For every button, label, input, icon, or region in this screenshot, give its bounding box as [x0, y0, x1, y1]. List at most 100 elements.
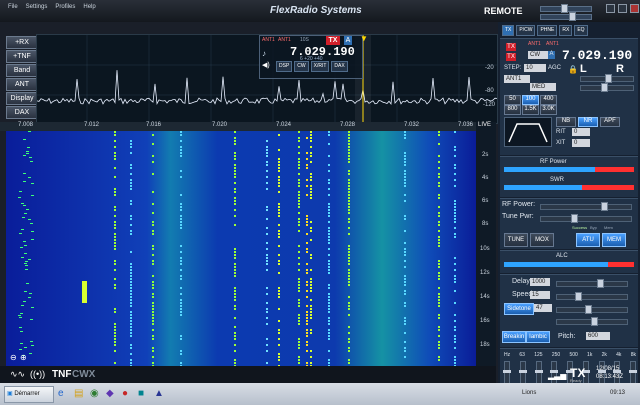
tune-power-slider[interactable] — [540, 214, 632, 223]
close-icon[interactable] — [630, 4, 639, 13]
menu-profiles[interactable]: Profiles — [55, 4, 75, 10]
eq-knob[interactable] — [534, 370, 543, 373]
eq-knob[interactable] — [503, 370, 511, 373]
panel-tab-rx[interactable]: RX — [559, 25, 573, 36]
speaker-icon[interactable]: ♪ — [262, 49, 266, 58]
minimize-icon[interactable] — [606, 4, 615, 13]
delay-input[interactable]: 1000 — [530, 278, 550, 286]
panel-tab-eq[interactable]: EQ — [574, 25, 588, 36]
eq-slider-63[interactable] — [518, 361, 527, 385]
waterfall[interactable]: ⊖ ⊕ — [6, 131, 476, 366]
folder-icon[interactable]: ▤ — [74, 388, 83, 399]
tune-button[interactable]: TUNE — [504, 233, 528, 247]
mem-button[interactable]: MEM — [602, 233, 626, 247]
tnf-toggle[interactable]: TNF — [52, 369, 71, 380]
vfo-tab-dsp[interactable]: DSP — [276, 61, 293, 72]
slice-ant[interactable]: ANT1 — [528, 41, 541, 47]
filter-50[interactable]: 50 — [504, 95, 521, 105]
eq-knob[interactable] — [629, 370, 637, 373]
vfo-marker-icon[interactable]: ▼ — [360, 35, 368, 43]
delay-slider[interactable] — [556, 279, 628, 288]
add-rx-button[interactable]: +RX — [6, 36, 38, 49]
vfo-tab-cw[interactable]: CW — [294, 61, 309, 72]
frequency-scale[interactable]: 7.008 7.012 7.016 7.020 7.024 7.028 7.03… — [0, 122, 496, 131]
pitch-input[interactable]: 600 — [586, 332, 610, 340]
zoom-in-icon[interactable]: ⊕ — [20, 353, 27, 362]
vfo-ant2[interactable]: ANT1 — [278, 37, 291, 43]
dax-button[interactable]: DAX — [6, 106, 38, 119]
sidetone-pan-slider[interactable] — [556, 317, 628, 326]
xit-input[interactable]: 0 — [572, 139, 590, 147]
slice-tx-flag[interactable]: TX — [506, 53, 516, 61]
filter-1500[interactable]: 1.5K — [522, 105, 539, 115]
vfo-tab-dax[interactable]: DAX — [331, 61, 348, 72]
slice-tx-icon[interactable]: TX — [506, 43, 516, 51]
menu-help[interactable]: Help — [83, 4, 95, 10]
filter-400[interactable]: 400 — [540, 95, 557, 105]
headphone-knob[interactable] — [569, 12, 576, 21]
slice-ant-r[interactable]: ANT1 — [546, 41, 559, 47]
mute-icon[interactable]: ◀) — [262, 61, 270, 69]
vfo-flag[interactable]: ANT1 ANT1 10S TX A 7.029.190 ♪ ◀) DSP CW… — [259, 35, 363, 79]
ant-select[interactable]: ANT1 — [504, 75, 530, 83]
eq-slider-Hz[interactable] — [503, 361, 511, 385]
volume-knob[interactable] — [561, 4, 568, 13]
cwx-toggle[interactable]: CWX — [72, 369, 95, 380]
sidetone-input[interactable]: 47 — [534, 304, 552, 312]
lock-icon[interactable]: 🔒 — [568, 65, 578, 74]
breakin-button[interactable]: Breakin — [502, 331, 526, 343]
atu-button[interactable]: ATU — [576, 233, 600, 247]
pan-slider[interactable] — [580, 74, 634, 83]
menu-settings[interactable]: Settings — [26, 4, 48, 10]
filter-100[interactable]: 100 — [522, 95, 539, 105]
mode-select[interactable]: CW — [528, 51, 550, 59]
eq-slider-4k[interactable] — [613, 361, 622, 385]
display-button[interactable]: Display — [6, 92, 38, 105]
filter-3000[interactable]: 3.0K — [540, 105, 557, 115]
panel-tab-phne[interactable]: PHNE — [537, 25, 558, 36]
iambic-button[interactable]: Iambic — [526, 331, 550, 343]
app-icon-2[interactable]: ◆ — [106, 388, 114, 399]
ant-button[interactable]: ANT — [6, 78, 38, 91]
smartsdr-taskbar-icon[interactable]: ▲ — [154, 388, 164, 399]
app-icon-1[interactable]: ◉ — [90, 388, 99, 399]
ie-icon[interactable]: e — [58, 388, 64, 399]
speed-input[interactable]: 15 — [530, 291, 550, 299]
apf-button[interactable]: APF — [600, 117, 620, 127]
slice-frequency[interactable]: 7.029.190 — [562, 48, 632, 63]
eq-slider-8k[interactable] — [629, 361, 637, 385]
vfo-tx-button[interactable]: TX — [326, 36, 340, 45]
mox-button[interactable]: MOX — [530, 233, 554, 247]
start-button[interactable]: ▣ Démarrer — [4, 386, 54, 403]
panel-tab-tx[interactable]: TX — [502, 25, 515, 36]
vfo-ant1[interactable]: ANT1 — [262, 37, 275, 43]
sidetone-slider[interactable] — [556, 305, 628, 314]
nb-button[interactable]: NB — [556, 117, 576, 127]
volume-slider[interactable] — [540, 4, 592, 13]
eq-knob[interactable] — [518, 370, 527, 373]
menu-file[interactable]: File — [8, 4, 18, 10]
vfo-tab-xrit[interactable]: X/RIT — [310, 61, 330, 72]
eq-slider-125[interactable] — [534, 361, 543, 385]
maximize-icon[interactable] — [618, 4, 627, 13]
agc-select[interactable]: MED — [530, 83, 556, 91]
panel-tab-pcw[interactable]: P/CW — [516, 25, 536, 36]
sidetone-button[interactable]: Sidetone — [504, 303, 534, 315]
nr-button[interactable]: NR — [578, 117, 598, 127]
filter-shape-display[interactable] — [504, 117, 552, 147]
zoom-out-icon[interactable]: ⊖ — [10, 353, 17, 362]
add-tnf-button[interactable]: +TNF — [6, 50, 38, 63]
step-input[interactable]: 10 — [524, 64, 546, 72]
eq-slider-2k[interactable] — [597, 361, 606, 385]
rf-power-slider[interactable] — [540, 202, 632, 211]
app-icon-4[interactable]: ■ — [138, 388, 144, 399]
headphone-slider[interactable] — [540, 12, 592, 21]
panadapter[interactable]: -20 -80 -120 ANT1 ANT1 10S TX A 7.029.19… — [36, 34, 498, 124]
taskbar-lang[interactable]: Lions — [522, 390, 536, 396]
right-audio-icon[interactable]: R — [616, 63, 624, 75]
app-icon-3[interactable]: ● — [122, 388, 128, 399]
agc-threshold-slider[interactable] — [580, 83, 634, 92]
band-button[interactable]: Band — [6, 64, 38, 77]
filter-800[interactable]: 800 — [504, 105, 521, 115]
rit-input[interactable]: 0 — [572, 128, 590, 136]
